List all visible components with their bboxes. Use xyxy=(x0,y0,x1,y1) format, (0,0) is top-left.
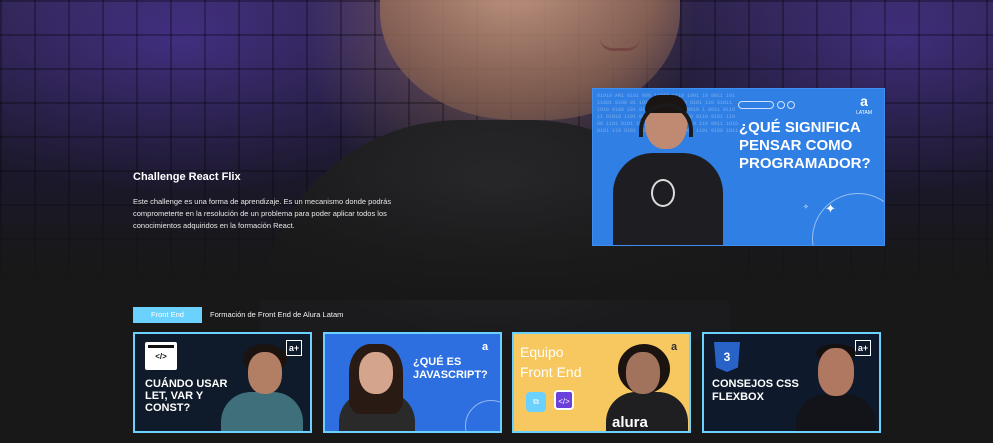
window-bar-decoration xyxy=(738,101,774,109)
alura-logo: a xyxy=(670,341,678,353)
card-person-body xyxy=(796,394,876,431)
featured-video-thumbnail[interactable]: 01010 AR1 0101 000 11010 0110 1001 10 00… xyxy=(592,88,885,246)
code-icon: </> xyxy=(554,390,574,410)
shirt-text: alura xyxy=(612,414,648,431)
video-card-equipo-front-end[interactable]: a Equipo Front End ⧉ </> alura xyxy=(512,332,691,433)
globe-icon xyxy=(465,400,500,431)
alura-latam-logo: a LATAM xyxy=(856,93,872,116)
satellite-icon: ✦ xyxy=(825,201,836,216)
card-title: CUÁNDO USAR LET, VAR Y CONST? xyxy=(145,378,228,414)
sparkle-icon: ✧ xyxy=(803,204,809,211)
puzzle-icon: ⧉ xyxy=(526,392,546,412)
css3-icon: 3 xyxy=(714,342,740,372)
category-description: Formación de Front End de Alura Latam xyxy=(210,310,344,319)
alura-logo: a xyxy=(481,341,489,353)
card-title: CONSEJOS CSS FLEXBOX xyxy=(712,378,799,403)
card-person-head xyxy=(818,348,854,396)
window-dot-icon xyxy=(787,101,795,109)
presenter-image xyxy=(613,93,723,245)
hero-description: Este challenge es una forma de aprendiza… xyxy=(133,197,392,230)
alura-plus-logo: a+ xyxy=(286,340,302,356)
card-person-head xyxy=(626,352,660,394)
card-person-head xyxy=(359,352,393,394)
video-card-que-es-javascript[interactable]: a ¿QUÉ ES JAVASCRIPT? xyxy=(323,332,502,433)
card-title: Equipo Front End xyxy=(520,344,582,380)
window-dot-icon xyxy=(777,101,785,109)
card-person-head xyxy=(248,352,282,394)
hero-title: Challenge React Flix xyxy=(133,171,241,183)
video-card-let-var-const[interactable]: </> a+ CUÁNDO USAR LET, VAR Y CONST? xyxy=(133,332,312,433)
globe-icon xyxy=(812,193,884,245)
featured-video-title: ¿QUÉ SIGNIFICA PENSAR COMO PROGRAMADOR? xyxy=(739,119,871,172)
video-card-css-flexbox[interactable]: 3 a+ CONSEJOS CSS FLEXBOX xyxy=(702,332,881,433)
category-badge-front-end[interactable]: Front End xyxy=(133,307,202,323)
code-window-icon: </> xyxy=(145,342,177,370)
shirt-logo xyxy=(651,179,675,207)
alura-plus-logo: a+ xyxy=(855,340,871,356)
card-title: ¿QUÉ ES JAVASCRIPT? xyxy=(413,356,488,381)
